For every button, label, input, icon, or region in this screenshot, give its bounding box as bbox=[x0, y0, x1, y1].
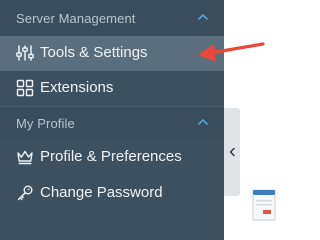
section-header-my-profile[interactable]: My Profile bbox=[0, 107, 224, 138]
sidebar-item-change-password[interactable]: Change Password bbox=[0, 176, 224, 211]
extensions-icon bbox=[16, 79, 34, 97]
section-header-server-management[interactable]: Server Management bbox=[0, 0, 224, 36]
crown-icon bbox=[17, 150, 33, 165]
sidebar-item-extensions[interactable]: Extensions bbox=[0, 71, 224, 106]
document-icon bbox=[252, 189, 276, 221]
sidebar-item-label: Tools & Settings bbox=[40, 44, 148, 61]
red-arrow-icon bbox=[198, 42, 265, 62]
section-title: Server Management bbox=[16, 11, 136, 26]
chevron-up-icon[interactable] bbox=[197, 117, 209, 127]
section-title: My Profile bbox=[16, 116, 75, 131]
sidebar-item-label: Change Password bbox=[40, 184, 163, 201]
key-icon bbox=[17, 185, 33, 201]
sidebar-item-profile-preferences[interactable]: Profile & Preferences bbox=[0, 140, 224, 175]
chevron-left-icon[interactable] bbox=[228, 147, 236, 157]
sidebar-collapse-toggle[interactable] bbox=[224, 108, 240, 196]
sidebar-item-label: Extensions bbox=[40, 79, 114, 96]
sidebar-item-tools-settings[interactable]: Tools & Settings bbox=[0, 36, 224, 71]
sidebar-item-label: Profile & Preferences bbox=[40, 148, 182, 165]
sliders-icon bbox=[16, 45, 34, 61]
chevron-up-icon[interactable] bbox=[197, 12, 209, 22]
sidebar: Server Management Tools & Settings Exten… bbox=[0, 0, 224, 240]
